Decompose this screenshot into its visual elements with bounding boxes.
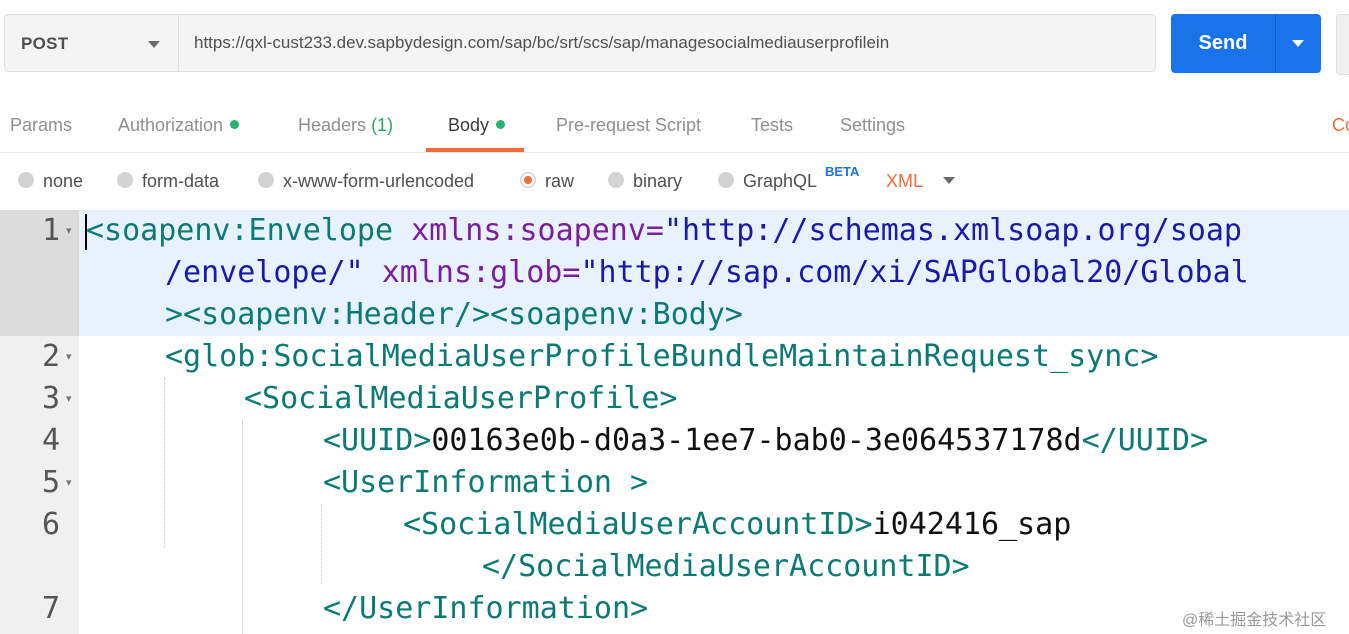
code-line-6: <SocialMediaUserAccountID>i042416_sap [403, 504, 1071, 546]
chevron-down-icon [148, 41, 160, 48]
request-bar: POST https://qxl-cust233.dev.sapbydesign… [0, 0, 1349, 88]
radio-icon [258, 172, 274, 189]
method-label: POST [21, 34, 69, 53]
chevron-down-icon[interactable] [943, 177, 955, 184]
language-select[interactable]: XML [886, 171, 923, 192]
code-line-3: <SocialMediaUserProfile> [244, 378, 677, 420]
headers-count: (1) [371, 115, 394, 135]
xml-string: "http://sap.com/xi/SAPGlobal20/Global [580, 255, 1249, 290]
xml-tag: ><soapenv:Header/><soapenv:Body> [165, 297, 743, 332]
tab-headers-label: Headers [298, 115, 367, 135]
indent-guide [242, 420, 243, 634]
code-line-4: <UUID>00163e0b-d0a3-1ee7-bab0-3e06453717… [323, 420, 1208, 462]
method-select[interactable]: POST [4, 14, 178, 72]
xml-tag: <glob:SocialMediaUserProfileBundleMainta… [165, 339, 1159, 374]
tab-params[interactable]: Params [10, 115, 72, 136]
fold-arrow-icon[interactable]: ▾ [66, 392, 72, 405]
xml-tag: <SocialMediaUserAccountID> [403, 507, 873, 542]
request-tabs: Params Authorization Headers (1) Body Pr… [0, 100, 1349, 153]
line-number: 3 [41, 381, 60, 416]
radio-icon [608, 172, 624, 189]
option-form-data-label: form-data [142, 171, 220, 191]
code-line-7: </UserInformation> [323, 588, 648, 630]
option-none[interactable]: none [18, 171, 83, 192]
option-graphql-label: GraphQL [743, 171, 818, 191]
xml-tag: <soapenv:Envelope [86, 213, 412, 248]
xml-tag: <UserInformation > [323, 465, 649, 500]
line-number: 2 [41, 339, 60, 374]
tab-settings[interactable]: Settings [840, 115, 905, 136]
code-line-1a: <soapenv:Envelope xmlns:soapenv="http://… [86, 210, 1242, 252]
code-line-1c: ><soapenv:Header/><soapenv:Body> [165, 294, 743, 336]
code-line-6-wrap: </SocialMediaUserAccountID> [482, 546, 970, 588]
xml-tag: </UUID> [1081, 423, 1209, 458]
line-number: 4 [41, 423, 60, 458]
send-button[interactable]: Send [1171, 14, 1275, 73]
line-number: 1 [41, 213, 60, 248]
radio-icon [117, 172, 133, 189]
xml-attribute: xmlns:soapenv= [411, 213, 664, 248]
tab-tests[interactable]: Tests [751, 115, 793, 136]
line-number: 7 [41, 591, 60, 626]
send-options-button[interactable] [1275, 14, 1321, 73]
beta-badge: BETA [825, 164, 860, 179]
xml-text: i042416_sap [872, 507, 1072, 542]
fold-arrow-icon[interactable]: ▾ [66, 224, 72, 237]
option-graphql[interactable]: GraphQL [718, 171, 817, 192]
save-button[interactable] [1336, 14, 1349, 75]
option-none-label: none [43, 171, 84, 191]
fold-arrow-icon[interactable]: ▾ [66, 350, 72, 363]
code-line-5: <UserInformation > [323, 462, 648, 504]
xml-tag: </UserInformation> [323, 591, 649, 626]
fold-arrow-icon[interactable]: ▾ [66, 476, 72, 489]
code-line-1b: /envelope/" xmlns:glob="http://sap.com/x… [165, 252, 1249, 294]
xml-text: 00163e0b-d0a3-1ee7-bab0-3e064537178d [431, 423, 1082, 458]
xml-tag: </SocialMediaUserAccountID> [482, 549, 970, 584]
indent-guide [164, 378, 165, 548]
status-dot-icon [496, 119, 506, 129]
xml-tag: <UUID> [323, 423, 432, 458]
tab-authorization-label: Authorization [118, 115, 224, 135]
tab-body-label: Body [448, 115, 490, 135]
url-input[interactable]: https://qxl-cust233.dev.sapbydesign.com/… [178, 14, 1156, 72]
watermark: @稀土掘金技术社区 [1182, 612, 1327, 629]
option-form-data[interactable]: form-data [117, 171, 219, 192]
body-type-options: none form-data x-www-form-urlencoded raw… [0, 152, 1349, 210]
radio-icon [18, 172, 34, 189]
tab-authorization[interactable]: Authorization [118, 115, 240, 136]
status-dot-icon [230, 119, 240, 129]
radio-icon [718, 172, 734, 189]
option-binary-label: binary [633, 171, 683, 191]
xml-tag: <SocialMediaUserProfile> [244, 381, 678, 416]
xml-string: /envelope/" [165, 255, 364, 290]
option-binary[interactable]: binary [608, 171, 682, 192]
option-raw-label: raw [545, 171, 575, 191]
tab-body[interactable]: Body [448, 115, 506, 136]
tab-headers[interactable]: Headers (1) [298, 115, 393, 136]
xml-string: "http://schemas.xmlsoap.org/soap [663, 213, 1242, 248]
code-line-2: <glob:SocialMediaUserProfileBundleMainta… [165, 336, 1158, 378]
xml-attribute: xmlns:glob= [363, 255, 581, 290]
code-editor[interactable]: 1 ▾ 2 ▾ 3 ▾ 4 5 ▾ 6 7 <soapenv:Envelope … [0, 210, 1349, 634]
line-number: 5 [41, 465, 60, 500]
option-urlencoded-label: x-www-form-urlencoded [283, 171, 475, 191]
option-raw[interactable]: raw [520, 171, 574, 192]
radio-selected-icon [520, 172, 536, 189]
line-number: 6 [41, 507, 60, 542]
tab-prerequest-script[interactable]: Pre-request Script [556, 115, 701, 136]
cookies-link[interactable]: Co [1332, 115, 1349, 136]
indent-guide [321, 504, 322, 584]
chevron-down-icon [1292, 40, 1304, 47]
option-urlencoded[interactable]: x-www-form-urlencoded [258, 171, 474, 192]
